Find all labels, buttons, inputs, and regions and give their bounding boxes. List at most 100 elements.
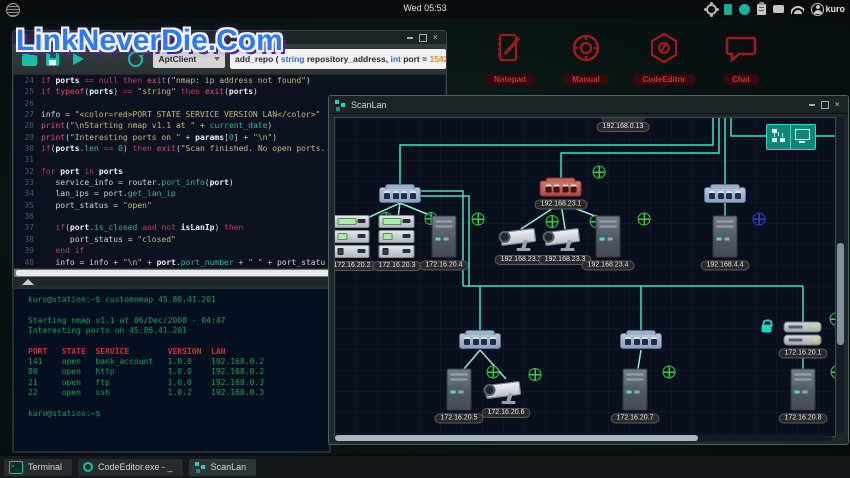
code-text: service_info = router.port_info(port) [41, 177, 234, 188]
minimize-icon[interactable] [809, 104, 815, 106]
run-icon[interactable] [73, 53, 84, 65]
user-icon[interactable] [811, 3, 824, 16]
tasks-icon[interactable] [757, 4, 766, 15]
chat-tray-icon[interactable] [773, 5, 784, 13]
tower-node[interactable]: 192.168.23.4 [582, 216, 635, 271]
switch-node[interactable] [704, 187, 746, 203]
terminal-line: Interesting ports on 45.86.41.201 [28, 326, 325, 336]
library-select[interactable]: AptClient [153, 50, 225, 68]
build-icon[interactable] [128, 51, 144, 67]
terminal-line: kuro@station:~$ [28, 409, 325, 419]
switch-node[interactable] [459, 333, 501, 349]
switch-icon [704, 187, 746, 203]
scanlan-title: ScanLan [351, 100, 387, 110]
server-node[interactable]: 172.16.20.2 [334, 215, 376, 271]
terminal-line: kuro@station:~$ customnmap 45.86.41.201 [28, 295, 325, 305]
switch-node[interactable] [620, 333, 662, 349]
taskbar-item-label: Terminal [28, 462, 62, 472]
desktop-shortcut-manual[interactable]: Manual [549, 30, 623, 85]
line-number: 29 [14, 132, 41, 143]
device-ip-label: 192.168.4.4 [701, 261, 750, 271]
line-number: 36 [14, 211, 41, 222]
internet-globe-icon [471, 213, 484, 226]
switch-node[interactable]: 192.168.23.1 [535, 181, 588, 210]
tower-node[interactable]: 172.16.20.4 [420, 216, 469, 271]
taskbar-item-codeeditor[interactable]: CodeEditor.exe - _ [78, 459, 183, 476]
camera-node[interactable]: 172.16.20.6 [482, 380, 531, 418]
internet-globe-icon [829, 313, 836, 326]
line-number: 30 [14, 143, 41, 154]
router-node[interactable]: 172.16.20.1 [779, 322, 828, 359]
lan-overview-icon[interactable] [766, 124, 792, 150]
terminal-line: Starting nmap v1.1 at 06/Dec/2008 - 04:4… [28, 316, 325, 326]
settings-icon[interactable] [706, 4, 717, 15]
save-icon[interactable] [46, 53, 59, 66]
network-links [335, 118, 835, 436]
code-text: if typeof(ports) == "string" then exit(p… [41, 86, 258, 97]
terminal-line: 22 open ssh 1.0.2 192.168.0.3 [28, 388, 325, 398]
maximize-icon[interactable] [821, 101, 829, 109]
internet-globe-icon [528, 368, 541, 381]
terminal-output[interactable]: kuro@station:~$ customnmap 45.86.41.201 … [28, 295, 325, 447]
manual-icon [568, 30, 604, 71]
line-number: 33 [14, 177, 41, 188]
desktop-shortcut-chat[interactable]: Chat [704, 30, 778, 85]
open-file-icon[interactable] [22, 55, 37, 66]
camera-icon [500, 227, 542, 252]
maximize-icon[interactable] [419, 34, 427, 42]
line-number: 32 [14, 166, 41, 177]
computer-tower-icon [622, 369, 647, 411]
wifi-icon[interactable] [791, 5, 804, 14]
code-editor-titlebar[interactable]: × [13, 31, 446, 44]
code-text: port_status = "open" [41, 200, 152, 211]
taskbar: Terminal CodeEditor.exe - _ ScanLan [0, 455, 850, 478]
network-map[interactable]: 192.168.0.13 172.16.20.2172.16.20.3172.1… [334, 117, 836, 437]
map-vertical-scrollbar[interactable] [837, 117, 844, 433]
indicator-square-icon[interactable] [724, 4, 732, 15]
indicator-circle-icon[interactable] [739, 4, 750, 15]
device-ip-label: 192.168.23.1 [535, 200, 588, 210]
server-icon [334, 215, 370, 258]
taskbar-item-terminal[interactable]: Terminal [4, 459, 72, 476]
tower-node[interactable]: 172.16.20.5 [435, 369, 484, 424]
tower-node[interactable]: 172.16.20.8 [779, 369, 828, 424]
device-ip-label: 172.16.20.8 [779, 414, 828, 424]
terminal-line: 80 open http 1.0.0 192.168.0.2 [28, 367, 325, 377]
device-ip-label: 172.16.20.7 [611, 414, 660, 424]
username-label: kuro [825, 4, 845, 14]
device-ip-label: 172.16.20.1 [779, 349, 828, 359]
minimize-icon[interactable] [407, 37, 413, 39]
server-node[interactable]: 172.16.20.3 [373, 215, 422, 271]
line-number: 39 [14, 245, 41, 256]
code-text: if ports == null then exit("nmap: ip add… [41, 75, 311, 86]
desktop-shortcut-label: CodeEditor [633, 74, 694, 85]
terminal-line [28, 398, 325, 408]
code-editor-toolbar: AptClient add_repo ( string repository_a… [13, 44, 446, 74]
terminal-line: 21 open ftp 1.0.0 192.168.0.3 [28, 378, 325, 388]
local-computer-icon[interactable] [790, 124, 816, 150]
scanlan-titlebar[interactable]: ScanLan × [329, 96, 848, 114]
taskbar-item-scanlan[interactable]: ScanLan [189, 459, 257, 476]
close-icon[interactable]: × [835, 102, 840, 108]
camera-icon [544, 227, 586, 252]
switch-icon [379, 187, 421, 203]
clock: Wed 05:53 [403, 3, 446, 13]
tower-node[interactable]: 172.16.20.7 [611, 369, 660, 424]
camera-icon [485, 380, 527, 405]
scroll-up-icon[interactable] [22, 279, 34, 285]
chat-icon [723, 30, 759, 71]
method-signature-value: add_repo ( string repository_address, in… [235, 54, 446, 64]
terminal-window[interactable]: kuro@station:~$ customnmap 45.86.41.201 … [12, 287, 331, 453]
close-icon[interactable]: × [433, 35, 438, 41]
line-number: 35 [14, 200, 41, 211]
switch-node[interactable] [379, 187, 421, 203]
desktop-shortcut-notepad[interactable]: Notepad [473, 30, 547, 85]
tower-node[interactable]: 192.168.4.4 [701, 216, 750, 271]
desktop-shortcut-codeeditor[interactable]: CodeEditor [627, 30, 701, 85]
code-line: 24if ports == null then exit("nmap: ip a… [14, 75, 445, 86]
os-logo-icon[interactable] [6, 3, 20, 17]
device-ip-label: 172.16.20.5 [435, 414, 484, 424]
method-signature-select[interactable]: add_repo ( string repository_address, in… [230, 49, 446, 69]
switch-icon [459, 333, 501, 349]
device-ip-label: 172.16.20.4 [420, 261, 469, 271]
